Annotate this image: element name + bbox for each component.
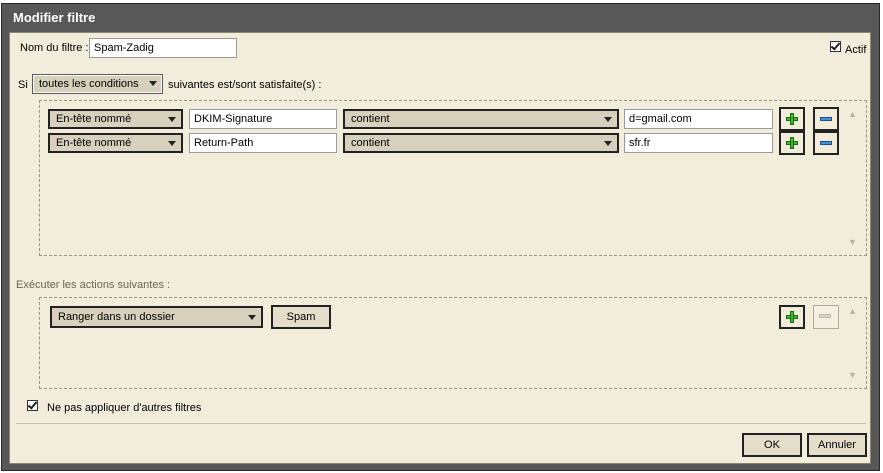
remove-condition-1-button[interactable]: [813, 107, 839, 131]
action-1-folder-button[interactable]: Spam: [271, 305, 331, 329]
active-label: Actif: [845, 44, 867, 56]
modify-filter-dialog: Modifier filtre Nom du filtre : Spam-Zad…: [1, 3, 880, 471]
condition-2-operator-value: contient: [351, 137, 390, 149]
footer-divider: [16, 423, 866, 424]
chevron-down-icon: [149, 81, 157, 86]
chevron-down-icon: [604, 141, 612, 146]
chevron-down-icon[interactable]: ▼: [848, 371, 857, 380]
minus-icon: [820, 141, 832, 145]
chevron-up-icon[interactable]: ▲: [848, 110, 857, 119]
condition-2-header-input[interactable]: Return-Path: [189, 133, 337, 153]
chevron-up-icon[interactable]: ▲: [848, 307, 857, 316]
ok-button[interactable]: OK: [742, 433, 802, 457]
cancel-button[interactable]: Annuler: [807, 433, 867, 457]
condition-prefix: Si: [18, 79, 28, 91]
minus-icon: [819, 314, 831, 318]
add-condition-2-button[interactable]: [779, 131, 805, 155]
condition-1-field-value: En-tête nommé: [56, 113, 132, 125]
dialog-title: Modifier filtre: [13, 10, 96, 25]
actions-heading: Exécuter les actions suivantes :: [16, 279, 171, 291]
chevron-down-icon: [168, 117, 176, 122]
filter-name-label: Nom du filtre :: [20, 42, 89, 54]
chevron-down-icon[interactable]: ▼: [848, 238, 857, 247]
condition-2-value-input[interactable]: sfr.fr: [624, 133, 773, 153]
condition-2-operator-select[interactable]: contient: [343, 133, 619, 153]
plus-icon-stem: [790, 311, 794, 323]
action-1-type-select[interactable]: Ranger dans un dossier: [50, 306, 263, 328]
stop-filters-label: Ne pas appliquer d'autres filtres: [47, 402, 202, 414]
condition-mode-value: toutes les conditions: [39, 78, 139, 90]
filter-name-input[interactable]: Spam-Zadig: [89, 38, 237, 58]
condition-mode-select[interactable]: toutes les conditions: [32, 74, 163, 94]
condition-1-header-input[interactable]: DKIM-Signature: [189, 109, 337, 129]
chevron-down-icon: [604, 117, 612, 122]
plus-icon-stem: [790, 137, 794, 149]
remove-condition-2-button[interactable]: [813, 131, 839, 155]
action-1-type-value: Ranger dans un dossier: [58, 311, 175, 323]
condition-suffix: suivantes est/sont satisfaite(s) :: [168, 79, 322, 91]
chevron-down-icon: [248, 315, 256, 320]
check-icon: [27, 399, 38, 410]
condition-1-operator-select[interactable]: contient: [343, 109, 619, 129]
add-condition-1-button[interactable]: [779, 107, 805, 131]
add-action-button[interactable]: [779, 305, 805, 329]
remove-action-button[interactable]: [813, 305, 839, 329]
condition-2-field-select[interactable]: En-tête nommé: [48, 133, 183, 153]
condition-1-operator-value: contient: [351, 113, 390, 125]
dialog-body: Nom du filtre : Spam-Zadig Actif Si tout…: [9, 32, 871, 464]
active-checkbox[interactable]: [830, 40, 841, 52]
condition-2-field-value: En-tête nommé: [56, 137, 132, 149]
condition-1-value-input[interactable]: d=gmail.com: [624, 109, 773, 129]
minus-icon: [820, 117, 832, 121]
stop-filters-checkbox[interactable]: [27, 399, 38, 411]
chevron-down-icon: [168, 141, 176, 146]
plus-icon-stem: [790, 113, 794, 125]
check-icon: [830, 40, 841, 51]
condition-1-field-select[interactable]: En-tête nommé: [48, 109, 183, 129]
